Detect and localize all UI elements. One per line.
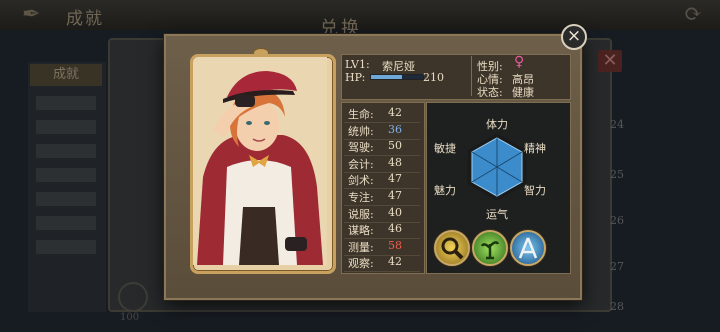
stat-name: 谋略:	[348, 224, 374, 238]
background-number: 24	[610, 118, 624, 131]
plant-skill-icon[interactable]	[472, 230, 508, 266]
stat-name: 剑术:	[348, 174, 374, 188]
status-value: 健康	[512, 86, 534, 99]
stat-row: 说服: 40	[344, 205, 420, 223]
stat-name: 专注:	[348, 191, 374, 204]
status-label: 状态:	[477, 86, 503, 99]
stat-row: 统帅: 36	[344, 122, 420, 140]
stat-value: 36	[388, 122, 402, 136]
stat-name: 驾驶:	[348, 141, 374, 155]
magnifier-icon	[441, 237, 464, 260]
hp-value: 210	[423, 71, 444, 84]
stat-row: 谋略: 46	[344, 221, 420, 240]
background-number: 28	[610, 300, 624, 313]
stat-row: 驾驶: 50	[344, 138, 420, 157]
stat-value: 42	[388, 106, 402, 119]
stat-value: 50	[388, 139, 402, 153]
background-sidebar-row	[36, 144, 96, 158]
background-footer: 100	[120, 312, 140, 323]
plant-icon	[480, 241, 500, 260]
quill-icon: ✒	[22, 2, 41, 27]
stat-row: 生命: 42	[344, 105, 420, 123]
radar-label-stamina: 体力	[486, 118, 508, 131]
background-sidebar-row	[36, 120, 96, 134]
close-button[interactable]: ×	[561, 24, 587, 50]
stat-value: 58	[388, 238, 402, 252]
hp-bar	[370, 74, 424, 80]
background-sidebar-head: 成就	[30, 64, 102, 86]
background-sidebar-row	[36, 168, 96, 182]
stat-value: 48	[388, 155, 402, 169]
radar-label-agility: 敏捷	[434, 142, 456, 155]
radar-label-intellect: 智力	[524, 184, 546, 197]
character-illustration	[193, 57, 327, 265]
magnifier-skill-icon[interactable]	[434, 230, 470, 266]
stat-value: 47	[388, 189, 402, 202]
stat-name: 测量:	[348, 240, 374, 254]
background-number: 26	[610, 214, 624, 227]
compass-skill-icon[interactable]	[510, 230, 546, 266]
hp-bar-fill	[371, 75, 403, 79]
radar-label-charm: 魅力	[434, 184, 456, 197]
stat-value: 40	[388, 205, 402, 219]
radar-label-spirit: 精神	[524, 142, 546, 155]
stat-row: 剑术: 47	[344, 171, 420, 190]
stat-name: 会计:	[348, 157, 374, 171]
stat-row: 专注: 47	[344, 188, 420, 206]
background-title: 成就	[66, 9, 104, 29]
stat-value: 46	[388, 222, 402, 236]
background-sidebar-row	[36, 192, 96, 206]
female-icon: ♀	[514, 54, 525, 70]
background-sidebar-row	[36, 216, 96, 230]
info-divider	[471, 56, 472, 96]
radar-label-luck: 运气	[486, 208, 508, 221]
stat-value: 42	[388, 255, 402, 269]
background-close-icon: ✕	[598, 50, 622, 72]
gear-icon	[118, 282, 148, 312]
background-sidebar-row	[36, 240, 96, 254]
compass-icon	[518, 237, 538, 259]
stat-name: 生命:	[348, 108, 374, 121]
stat-name: 统帅:	[348, 124, 374, 138]
stat-name: 观察:	[348, 257, 374, 271]
background-number: 25	[610, 168, 624, 181]
stat-row: 测量: 58	[344, 238, 420, 256]
background-number: 27	[610, 260, 624, 273]
level-label: LV1:	[345, 58, 370, 71]
hp-label: HP:	[345, 71, 366, 84]
corner-decoration-icon: ⟳	[684, 2, 703, 27]
stat-name: 说服:	[348, 207, 374, 221]
stat-value: 47	[388, 172, 402, 186]
stat-row: 观察: 42	[344, 254, 420, 273]
character-name: 索尼娅	[382, 60, 415, 73]
background-sidebar-row	[36, 96, 96, 110]
character-portrait	[190, 54, 336, 274]
stat-row: 会计: 48	[344, 155, 420, 173]
